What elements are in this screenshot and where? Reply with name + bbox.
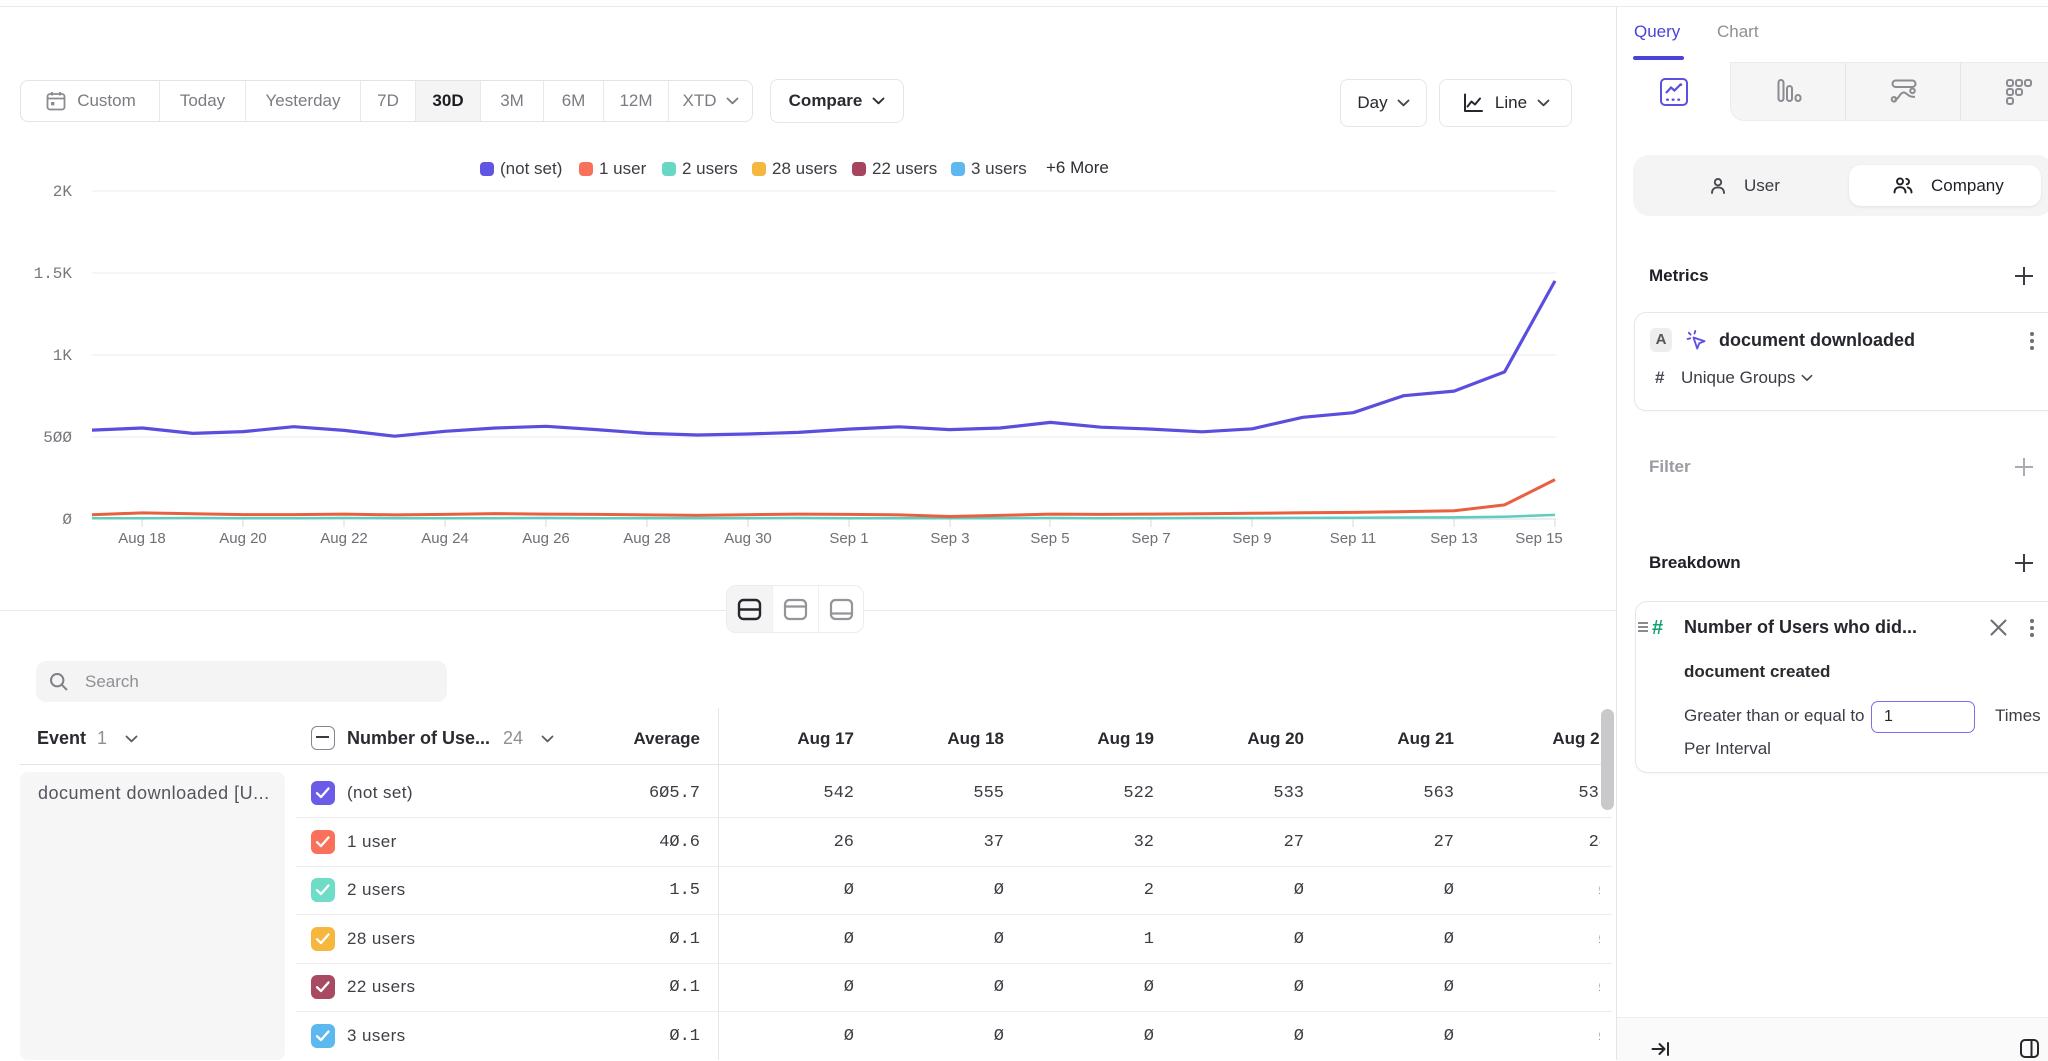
svg-text:Sep 15: Sep 15 — [1515, 530, 1563, 547]
svg-text:Sep 5: Sep 5 — [1030, 530, 1069, 547]
svg-text:1.5K: 1.5K — [34, 265, 73, 283]
svg-text:Aug 26: Aug 26 — [522, 530, 570, 547]
svg-text:2K: 2K — [53, 183, 73, 201]
svg-text:Aug 24: Aug 24 — [421, 530, 469, 547]
svg-text:Aug 30: Aug 30 — [724, 530, 772, 547]
svg-text:Ø: Ø — [62, 511, 72, 529]
svg-text:Aug 22: Aug 22 — [320, 530, 368, 547]
svg-text:Sep 11: Sep 11 — [1330, 530, 1376, 547]
svg-text:Aug 20: Aug 20 — [219, 530, 267, 547]
svg-text:Sep 13: Sep 13 — [1430, 530, 1478, 547]
svg-text:Sep 7: Sep 7 — [1131, 530, 1170, 547]
svg-text:5ØØ: 5ØØ — [43, 429, 72, 447]
svg-text:1K: 1K — [53, 347, 73, 365]
svg-text:Aug 18: Aug 18 — [118, 530, 166, 547]
svg-text:Sep 1: Sep 1 — [829, 530, 868, 547]
svg-text:Sep 9: Sep 9 — [1232, 530, 1271, 547]
svg-text:Aug 28: Aug 28 — [623, 530, 671, 547]
svg-text:Sep 3: Sep 3 — [930, 530, 969, 547]
